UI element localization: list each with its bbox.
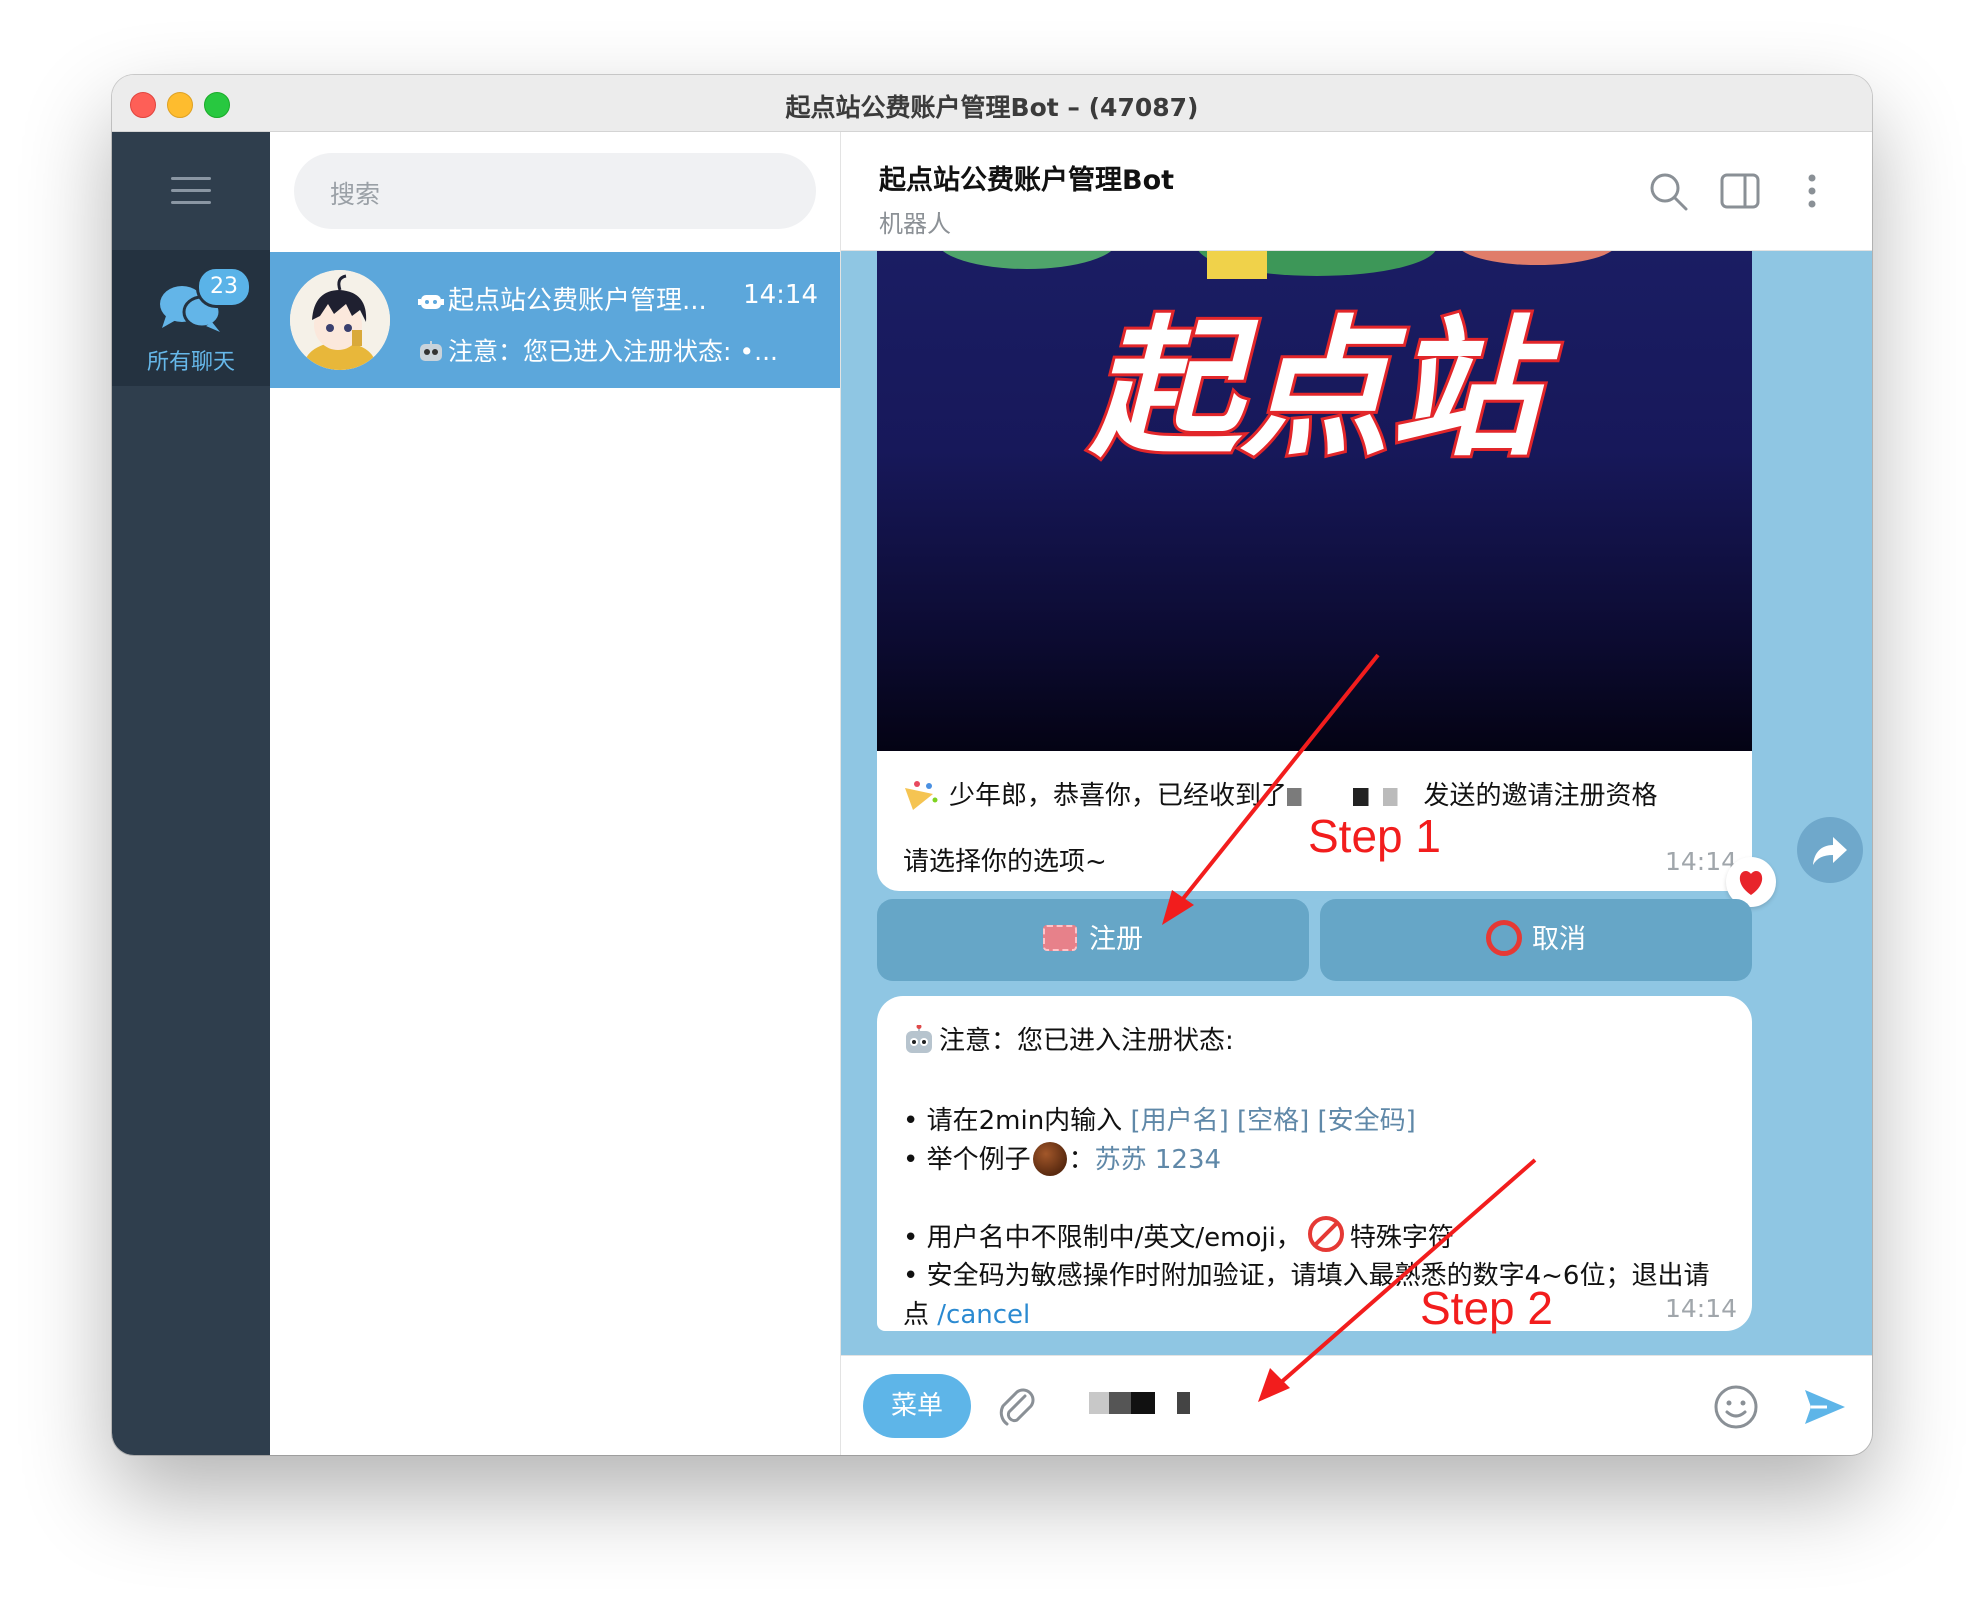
prohibited-icon <box>1307 1216 1344 1252</box>
bullet-3-suffix: 特殊字符 <box>1349 1223 1454 1253</box>
message-time: 14:14 <box>1665 1294 1738 1323</box>
cancel-label: 取消 <box>1532 924 1586 955</box>
message-area[interactable]: 起点站 少年郎，恭喜你，已经收到了 发送的邀请注册资格 请选择你的选项~ 14:… <box>841 251 1872 1355</box>
notice-message: 注意：您已进入注册状态: • 请在2min内输入 [用户名] [空格] [安全码… <box>877 996 1752 1331</box>
register-button[interactable]: 注册 <box>877 899 1309 981</box>
bullet-4-cont-text: 点 <box>903 1300 938 1330</box>
paperclip-icon[interactable] <box>995 1384 1039 1428</box>
folder-label: 所有聊天 <box>146 350 235 375</box>
example-text: 苏苏 1234 <box>1094 1145 1222 1175</box>
redacted-name <box>1287 788 1408 806</box>
app-window: 起点站公费账户管理Bot – (47087) 23 所有聊天 搜索 起点站公费账… <box>112 75 1872 1455</box>
unread-badge: 23 <box>196 266 252 308</box>
notice-bullet-4-cont: 点 /cancel <box>903 1294 1030 1331</box>
chat-name-text: 起点站公费账户管理... <box>448 286 707 316</box>
search-placeholder: 搜索 <box>330 180 381 209</box>
bot-menu-button[interactable]: 菜单 <box>863 1374 971 1438</box>
chat-title: 起点站公费账户管理... <box>418 280 718 317</box>
folder-all-chats[interactable]: 23 所有聊天 <box>112 250 270 386</box>
chat-time: 14:14 <box>743 280 818 310</box>
bot-avatar <box>290 270 390 370</box>
caption-text-end: 发送的邀请注册资格 <box>1423 781 1658 811</box>
forward-arrow-icon <box>1813 837 1847 865</box>
photo-caption: 少年郎，恭喜你，已经收到了 发送的邀请注册资格 请选择你的选项~ 14:14 <box>877 751 1752 891</box>
chat-list-panel: 搜索 起点站公费账户管理... 14:14 注意：您已进入注册状态: •... <box>270 132 841 1455</box>
red-circle-icon <box>1486 920 1522 956</box>
notice-title: 注意：您已进入注册状态: <box>903 1020 1234 1057</box>
chestnut-icon <box>1032 1142 1067 1176</box>
cancel-command-link[interactable]: /cancel <box>937 1300 1030 1330</box>
notice-bullet-3: • 用户名中不限制中/英文/emoji， 特殊字符 <box>903 1216 1454 1254</box>
sidebar-toggle-icon[interactable] <box>1719 170 1761 212</box>
photo-message[interactable]: 起点站 <box>877 251 1752 751</box>
notice-title-text: 注意：您已进入注册状态: <box>939 1026 1234 1056</box>
bullet-2-colon: ： <box>1068 1145 1095 1175</box>
cancel-button[interactable]: 取消 <box>1320 899 1752 981</box>
chat-preview-text: 注意：您已进入注册状态: •... <box>448 337 778 366</box>
caption-line-2: 请选择你的选项~ <box>903 847 1107 877</box>
more-options-icon[interactable] <box>1791 170 1833 212</box>
chat-header: 起点站公费账户管理Bot 机器人 <box>841 132 1872 251</box>
notice-bullet-4: • 安全码为敏感操作时附加验证，请填入最熟悉的数字4~6位；退出请 <box>903 1261 1710 1291</box>
send-icon[interactable] <box>1801 1384 1847 1430</box>
caption-line-1: 少年郎，恭喜你，已经收到了 发送的邀请注册资格 <box>903 775 1658 812</box>
chat-preview: 注意：您已进入注册状态: •... <box>418 332 818 368</box>
forward-button[interactable] <box>1797 817 1863 883</box>
bullet-2-text: • 举个例子 <box>903 1145 1031 1175</box>
message-input[interactable] <box>1089 1392 1199 1414</box>
banner-image: 起点站 <box>942 251 1612 480</box>
bullet-1-text: • 请在2min内输入 <box>903 1106 1131 1136</box>
search-input[interactable]: 搜索 <box>294 153 816 229</box>
folder-rail: 23 所有聊天 <box>112 132 270 1455</box>
hamburger-menu-icon[interactable] <box>171 177 211 205</box>
title-bar: 起点站公费账户管理Bot – (47087) <box>112 75 1872 132</box>
banner-logo-text: 起点站 <box>1088 303 1561 477</box>
bot-icon <box>418 295 444 309</box>
notice-bullet-2: • 举个例子 ：苏苏 1234 <box>903 1139 1221 1176</box>
caption-text-start: 少年郎，恭喜你，已经收到了 <box>949 781 1288 811</box>
register-label: 注册 <box>1089 924 1143 955</box>
chat-header-title[interactable]: 起点站公费账户管理Bot <box>879 158 1174 197</box>
robot-face-icon <box>906 1025 932 1053</box>
ticket-icon <box>1043 925 1077 951</box>
robot-face-icon <box>420 341 442 361</box>
chat-list-item[interactable]: 起点站公费账户管理... 14:14 注意：您已进入注册状态: •... <box>270 252 840 388</box>
party-popper-icon <box>905 781 938 810</box>
input-format-text: [用户名] [空格] [安全码] <box>1130 1106 1416 1136</box>
window-title: 起点站公费账户管理Bot – (47087) <box>785 93 1199 122</box>
emoji-icon[interactable] <box>1713 1384 1759 1430</box>
notice-bullet-1: • 请在2min内输入 [用户名] [空格] [安全码] <box>903 1100 1416 1137</box>
bullet-3-text: • 用户名中不限制中/英文/emoji， <box>903 1223 1302 1253</box>
search-icon[interactable] <box>1647 170 1689 212</box>
chat-header-subtitle: 机器人 <box>879 210 951 238</box>
message-composer: 菜单 <box>841 1355 1872 1455</box>
